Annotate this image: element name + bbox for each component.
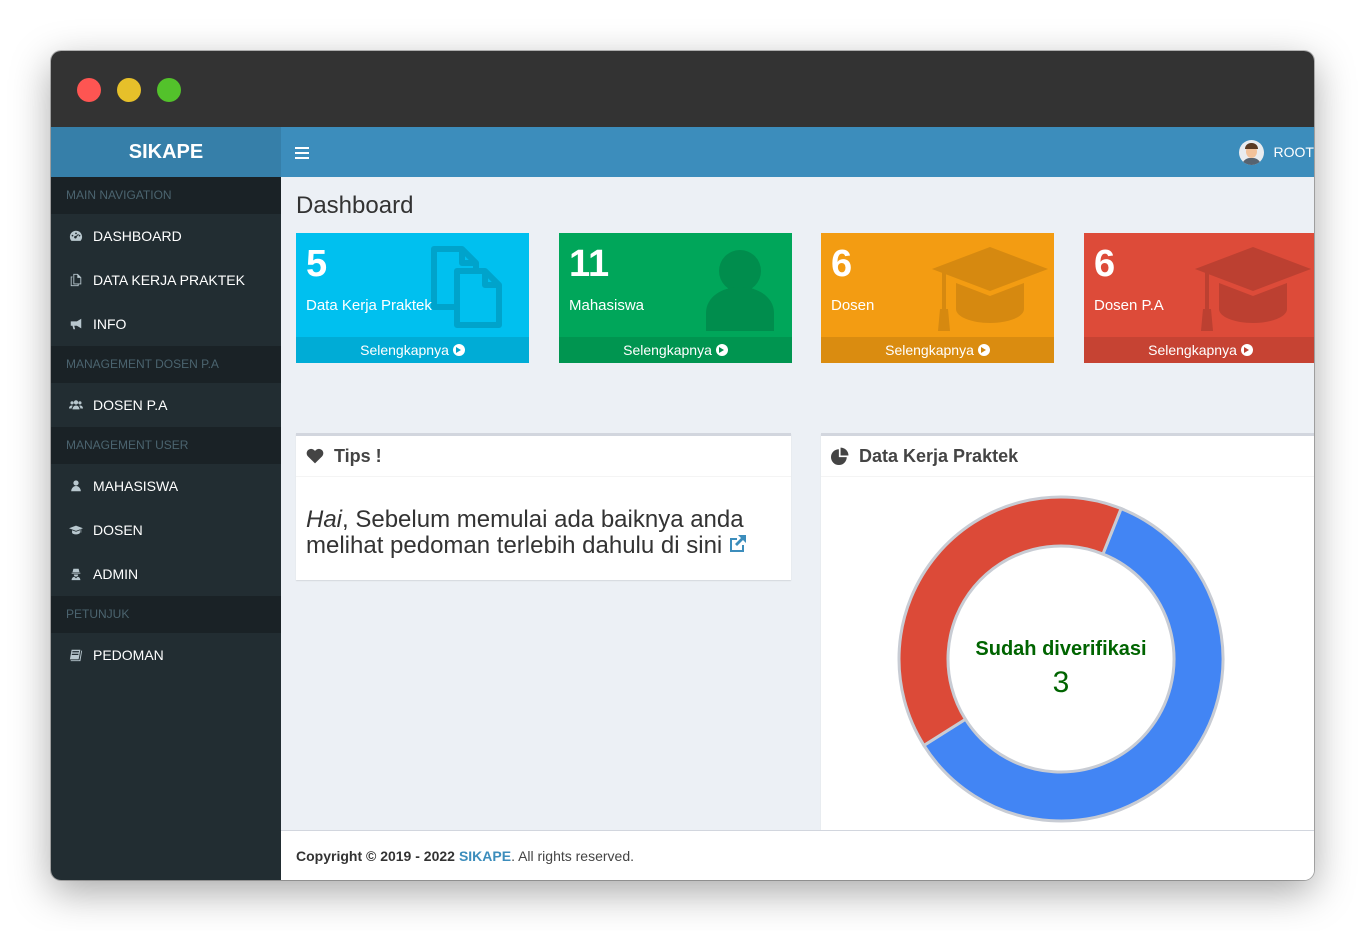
minimize-window-button[interactable] (117, 78, 141, 102)
tips-header: Tips ! (296, 436, 791, 477)
tips-title: Tips ! (334, 445, 382, 466)
more-link-label: Selengkapnya (885, 342, 974, 358)
book-icon (68, 648, 84, 662)
tile-label: Mahasiswa (569, 297, 645, 314)
tile-value: 6 (1094, 243, 1116, 285)
chart-panel: Data Kerja Praktek Sudah diverifikasi 3 (821, 433, 1314, 846)
sidebar-header-management-dosen-pa: MANAGEMENT DOSEN P.A (51, 346, 281, 383)
menu-bar-icon (295, 152, 309, 154)
sidebar-item-pedoman[interactable]: PEDOMAN (51, 633, 281, 677)
footer-brand-link[interactable]: SIKAPE (459, 848, 511, 864)
donut-center-label: Sudah diverifikasi (975, 638, 1146, 660)
sidebar-item-dosen-pa[interactable]: DOSEN P.A (51, 383, 281, 427)
window-titlebar (51, 51, 1314, 127)
menu-bar-icon (295, 157, 309, 159)
tile-label: Dosen P.A (1094, 297, 1164, 314)
tile-label: Dosen (831, 297, 875, 314)
chart-panel-title: Data Kerja Praktek (859, 445, 1019, 466)
chart-panel-header: Data Kerja Praktek (821, 436, 1314, 477)
copy-icon (68, 273, 84, 287)
menu-bar-icon (295, 147, 309, 149)
donut-center-value: 3 (1053, 666, 1070, 699)
sidebar-item-label: ADMIN (93, 566, 139, 582)
sidebar-item-label: DATA KERJA PRAKTEK (93, 272, 245, 288)
arrow-circle-right-icon (1240, 344, 1253, 356)
sidebar-item-dosen[interactable]: DOSEN (51, 508, 281, 552)
tile-more-link[interactable]: Selengkapnya (1084, 337, 1314, 363)
sidebar: MAIN NAVIGATION DASHBOARD DATA KERJA PRA… (51, 177, 281, 880)
arrow-circle-right-icon (452, 344, 465, 356)
users-icon (68, 398, 84, 412)
tile-label: Data Kerja Praktek (306, 297, 432, 314)
more-link-label: Selengkapnya (1148, 342, 1237, 358)
copy-icon (431, 246, 502, 328)
sidebar-header-management-user: MANAGEMENT USER (51, 427, 281, 464)
tips-body: Hai, Sebelum memulai ada baiknya anda me… (296, 477, 791, 559)
graduation-cap-icon (1195, 247, 1311, 331)
sidebar-item-mahasiswa[interactable]: MAHASISWA (51, 464, 281, 508)
tips-panel: Tips ! Hai, Sebelum memulai ada baiknya … (296, 433, 791, 580)
bullhorn-icon (68, 317, 84, 331)
maximize-window-button[interactable] (157, 78, 181, 102)
arrow-circle-right-icon (715, 344, 728, 356)
footer-copyright: Copyright © 2019 - 2022 (296, 847, 455, 864)
pie-chart-icon (831, 447, 849, 465)
stat-tile-data-kerja-praktek: 5 Data Kerja Praktek Selengkapnya (296, 233, 529, 363)
tips-greeting: Hai (306, 506, 343, 533)
dashboard-icon (68, 229, 84, 243)
footer: Copyright © 2019 - 2022 SIKAPE. All righ… (281, 830, 1314, 880)
user-name: ROOT (1273, 144, 1314, 160)
user-icon (706, 250, 774, 331)
arrow-circle-right-icon (977, 344, 990, 356)
tile-more-link[interactable]: Selengkapnya (559, 337, 792, 363)
top-navbar: SIKAPE ROOT (51, 127, 1314, 177)
sidebar-item-info[interactable]: INFO (51, 302, 281, 346)
more-link-label: Selengkapnya (360, 342, 449, 358)
donut-slice-1[interactable] (897, 495, 1124, 748)
graduation-cap-icon (932, 247, 1048, 331)
sidebar-item-admin[interactable]: ADMIN (51, 552, 281, 596)
avatar (1238, 139, 1264, 165)
close-window-button[interactable] (77, 78, 101, 102)
sidebar-item-label: PEDOMAN (93, 647, 164, 663)
main-content: Dashboard 5 Data Kerja Praktek Selengkap… (281, 177, 1314, 880)
external-link-icon[interactable] (726, 533, 748, 555)
user-secret-icon (68, 567, 84, 581)
stat-tile-mahasiswa: 11 Mahasiswa Selengkapnya (559, 233, 792, 363)
tips-text: , Sebelum memulai ada baiknya anda melih… (306, 506, 744, 559)
footer-suffix: . All rights reserved. (511, 847, 634, 864)
heart-icon (306, 448, 324, 464)
tile-value: 6 (831, 243, 853, 285)
sidebar-toggle-button[interactable] (295, 144, 309, 160)
more-link-label: Selengkapnya (623, 342, 712, 358)
tile-more-link[interactable]: Selengkapnya (296, 337, 529, 363)
donut-chart: Sudah diverifikasi 3 (897, 495, 1225, 823)
stat-tile-dosen: 6 Dosen Selengkapnya (821, 233, 1054, 363)
sidebar-item-dashboard[interactable]: DASHBOARD (51, 214, 281, 258)
sidebar-item-label: MAHASISWA (93, 478, 179, 494)
user-menu[interactable]: ROOT (1238, 127, 1314, 177)
tile-value: 11 (569, 243, 610, 285)
sidebar-header-main-navigation: MAIN NAVIGATION (51, 177, 281, 214)
sidebar-item-label: DASHBOARD (93, 228, 182, 244)
stat-tile-dosen-pa: 6 Dosen P.A Selengkapnya (1084, 233, 1314, 363)
app-logo[interactable]: SIKAPE (51, 127, 281, 177)
tile-more-link[interactable]: Selengkapnya (821, 337, 1054, 363)
sidebar-item-label: DOSEN P.A (93, 397, 168, 413)
sidebar-item-label: INFO (93, 316, 127, 332)
page-title: Dashboard (296, 192, 414, 219)
tile-value: 5 (306, 243, 328, 285)
sidebar-item-data-kerja-praktek[interactable]: DATA KERJA PRAKTEK (51, 258, 281, 302)
graduation-cap-icon (68, 523, 84, 537)
app-window: SIKAPE ROOT MAIN NAVIGATION DASHBOARD DA… (51, 51, 1314, 880)
sidebar-item-label: DOSEN (93, 522, 143, 538)
sidebar-header-petunjuk: PETUNJUK (51, 596, 281, 633)
user-icon (68, 479, 84, 493)
